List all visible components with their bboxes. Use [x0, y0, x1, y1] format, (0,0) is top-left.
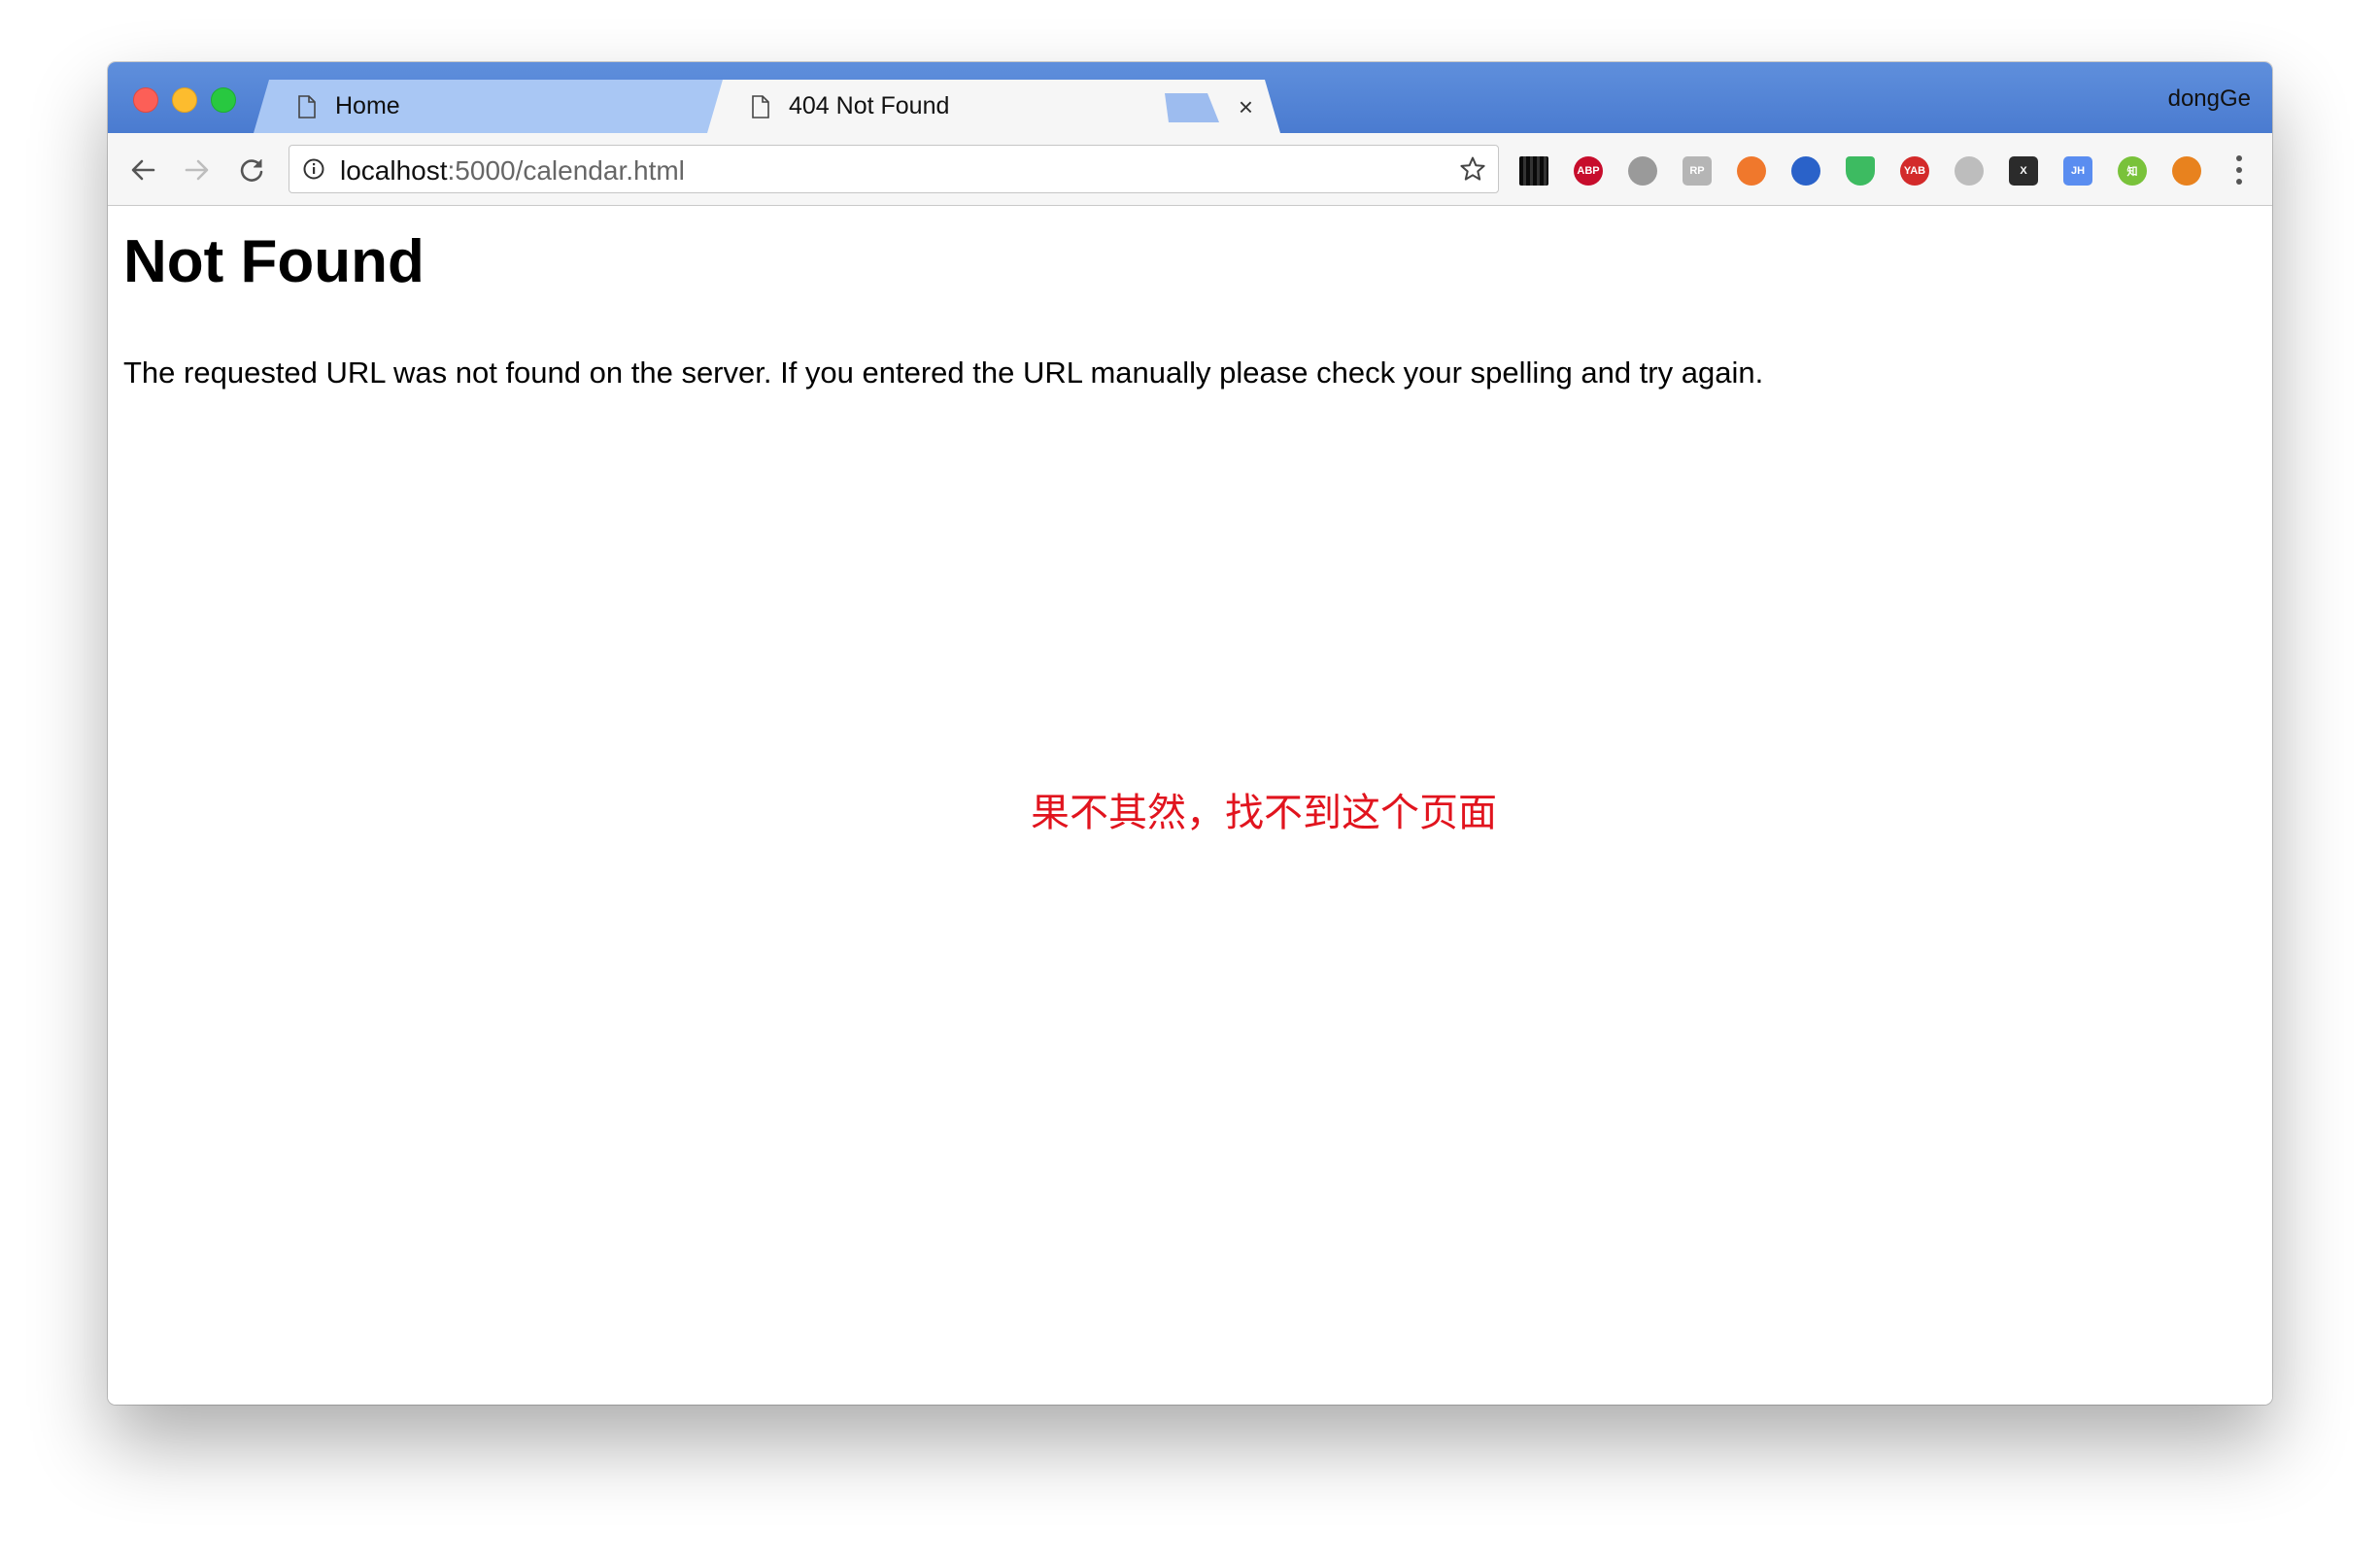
tab-close-icon[interactable]: × [1239, 94, 1253, 119]
fox-icon[interactable] [2172, 156, 2201, 186]
minimize-window-button[interactable] [172, 87, 197, 113]
browser-toolbar: localhost:5000/calendar.html ABP RP YAB X JH… [108, 133, 2272, 206]
gray-ball-icon[interactable] [1955, 156, 1984, 186]
address-bar[interactable]: localhost:5000/calendar.html [289, 145, 1499, 193]
qr-code-icon[interactable] [1519, 156, 1548, 186]
jh-icon[interactable]: JH [2063, 156, 2092, 186]
adblock-plus-icon[interactable]: ABP [1574, 156, 1603, 186]
arrow-right-icon [185, 159, 209, 181]
title-bar: Home × 404 Not Found × dongGe [108, 62, 2272, 133]
x-icon[interactable]: X [2009, 156, 2038, 186]
globe-icon[interactable] [1628, 156, 1657, 186]
zhihu-icon[interactable]: 知 [2118, 156, 2147, 186]
back-button[interactable] [125, 153, 160, 187]
lifebuoy-icon[interactable] [1737, 156, 1766, 186]
reload-button[interactable] [234, 153, 269, 187]
search-translate-icon[interactable] [1791, 156, 1820, 186]
url-text[interactable]: localhost:5000/calendar.html [340, 155, 685, 187]
yab-icon[interactable]: YAB [1900, 156, 1929, 186]
url-host: localhost [340, 155, 448, 186]
page-heading: Not Found [123, 228, 425, 295]
info-icon[interactable] [303, 158, 324, 180]
error-message: The requested URL was not found on the s… [123, 356, 1764, 390]
profile-name[interactable]: dongGe [2168, 85, 2251, 113]
reload-icon [240, 159, 263, 182]
rp-icon[interactable]: RP [1683, 156, 1712, 186]
red-note-text: 果不其然，找不到这个页面 [1031, 791, 1497, 835]
document-icon [298, 94, 316, 119]
close-window-button[interactable] [133, 87, 158, 113]
shield-check-icon[interactable] [1846, 156, 1875, 186]
page-content: Not Found The requested URL was not foun… [108, 206, 2272, 1405]
arrow-left-icon [131, 159, 155, 181]
browser-window: Home × 404 Not Found × dongGe [108, 62, 2272, 1405]
url-path: :5000/calendar.html [447, 155, 685, 186]
document-icon [752, 94, 769, 119]
forward-button[interactable] [180, 153, 215, 187]
bookmark-star-icon[interactable] [1459, 155, 1486, 183]
zoom-window-button[interactable] [211, 87, 236, 113]
menu-icon[interactable] [2235, 154, 2243, 186]
